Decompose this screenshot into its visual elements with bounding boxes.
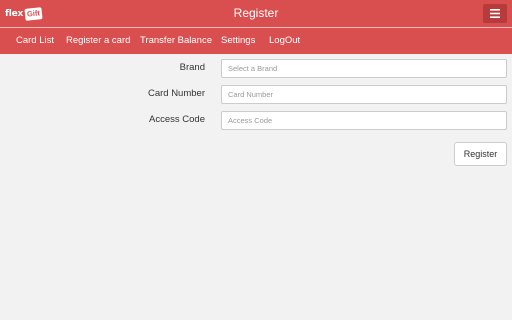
card-number-field[interactable]	[221, 85, 507, 104]
nav-item-register-card[interactable]: Register a card	[66, 28, 130, 54]
nav-bar: Card List Register a card Transfer Balan…	[0, 28, 512, 54]
access-code-field[interactable]	[221, 111, 507, 130]
nav-item-settings[interactable]: Settings	[221, 28, 255, 54]
access-code-label: Access Code	[149, 114, 205, 125]
hamburger-icon	[490, 9, 500, 18]
top-bar: flex Gift Register	[0, 0, 512, 27]
brand-select[interactable]	[221, 59, 507, 78]
brand-label: Brand	[179, 62, 205, 73]
page-title: Register	[233, 6, 279, 20]
menu-button[interactable]	[483, 4, 507, 23]
nav-item-logout[interactable]: LogOut	[269, 28, 300, 54]
register-button[interactable]: Register	[454, 142, 507, 166]
nav-item-card-list[interactable]: Card List	[16, 28, 54, 54]
card-number-label: Card Number	[147, 88, 205, 99]
nav-item-transfer-balance[interactable]: Transfer Balance	[140, 28, 212, 54]
